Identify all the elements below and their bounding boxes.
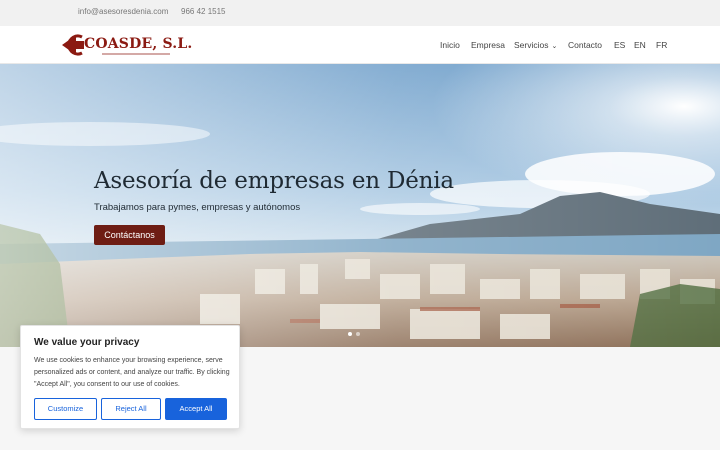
cookie-consent-banner: We value your privacy We use cookies to … xyxy=(20,325,240,429)
slider-dot-2[interactable] xyxy=(356,332,360,336)
main-nav: Inicio Empresa Servicios ⌄ Contacto ES EN… xyxy=(0,40,720,52)
chevron-down-icon: ⌄ xyxy=(551,43,558,50)
contact-cta-button[interactable]: Contáctanos xyxy=(94,225,165,245)
cookie-reject-button[interactable]: Reject All xyxy=(101,398,161,420)
lang-fr[interactable]: FR xyxy=(656,40,667,50)
contact-email[interactable]: info@asesoresdenia.com xyxy=(78,7,168,16)
hero-subtitle: Trabajamos para pymes, empresas y autóno… xyxy=(94,202,301,213)
nav-item-contacto[interactable]: Contacto xyxy=(568,40,602,50)
nav-item-servicios[interactable]: Servicios ⌄ xyxy=(514,40,557,50)
cookie-text: We use cookies to enhance your browsing … xyxy=(34,357,230,388)
nav-item-empresa[interactable]: Empresa xyxy=(471,40,505,50)
slider-pagination xyxy=(346,323,374,336)
cookie-title: We value your privacy xyxy=(34,337,140,348)
nav-item-servicios-label: Servicios xyxy=(514,40,549,50)
cookie-accept-button[interactable]: Accept All xyxy=(165,398,227,420)
top-contact-bar: info@asesoresdenia.com 966 42 1515 xyxy=(0,0,720,26)
cookie-customize-button[interactable]: Customize xyxy=(34,398,97,420)
slider-dot-1[interactable] xyxy=(348,332,352,336)
hero-title: Asesoría de empresas en Dénia xyxy=(94,168,454,194)
lang-es[interactable]: ES xyxy=(614,40,625,50)
site-header: COASDE, S.L. Inicio Empresa Servicios ⌄ C… xyxy=(0,26,720,64)
hero-slider[interactable]: Asesoría de empresas en Dénia Trabajamos… xyxy=(0,64,720,347)
contact-phone[interactable]: 966 42 1515 xyxy=(181,7,226,16)
lang-en[interactable]: EN xyxy=(634,40,646,50)
nav-item-inicio[interactable]: Inicio xyxy=(440,40,460,50)
